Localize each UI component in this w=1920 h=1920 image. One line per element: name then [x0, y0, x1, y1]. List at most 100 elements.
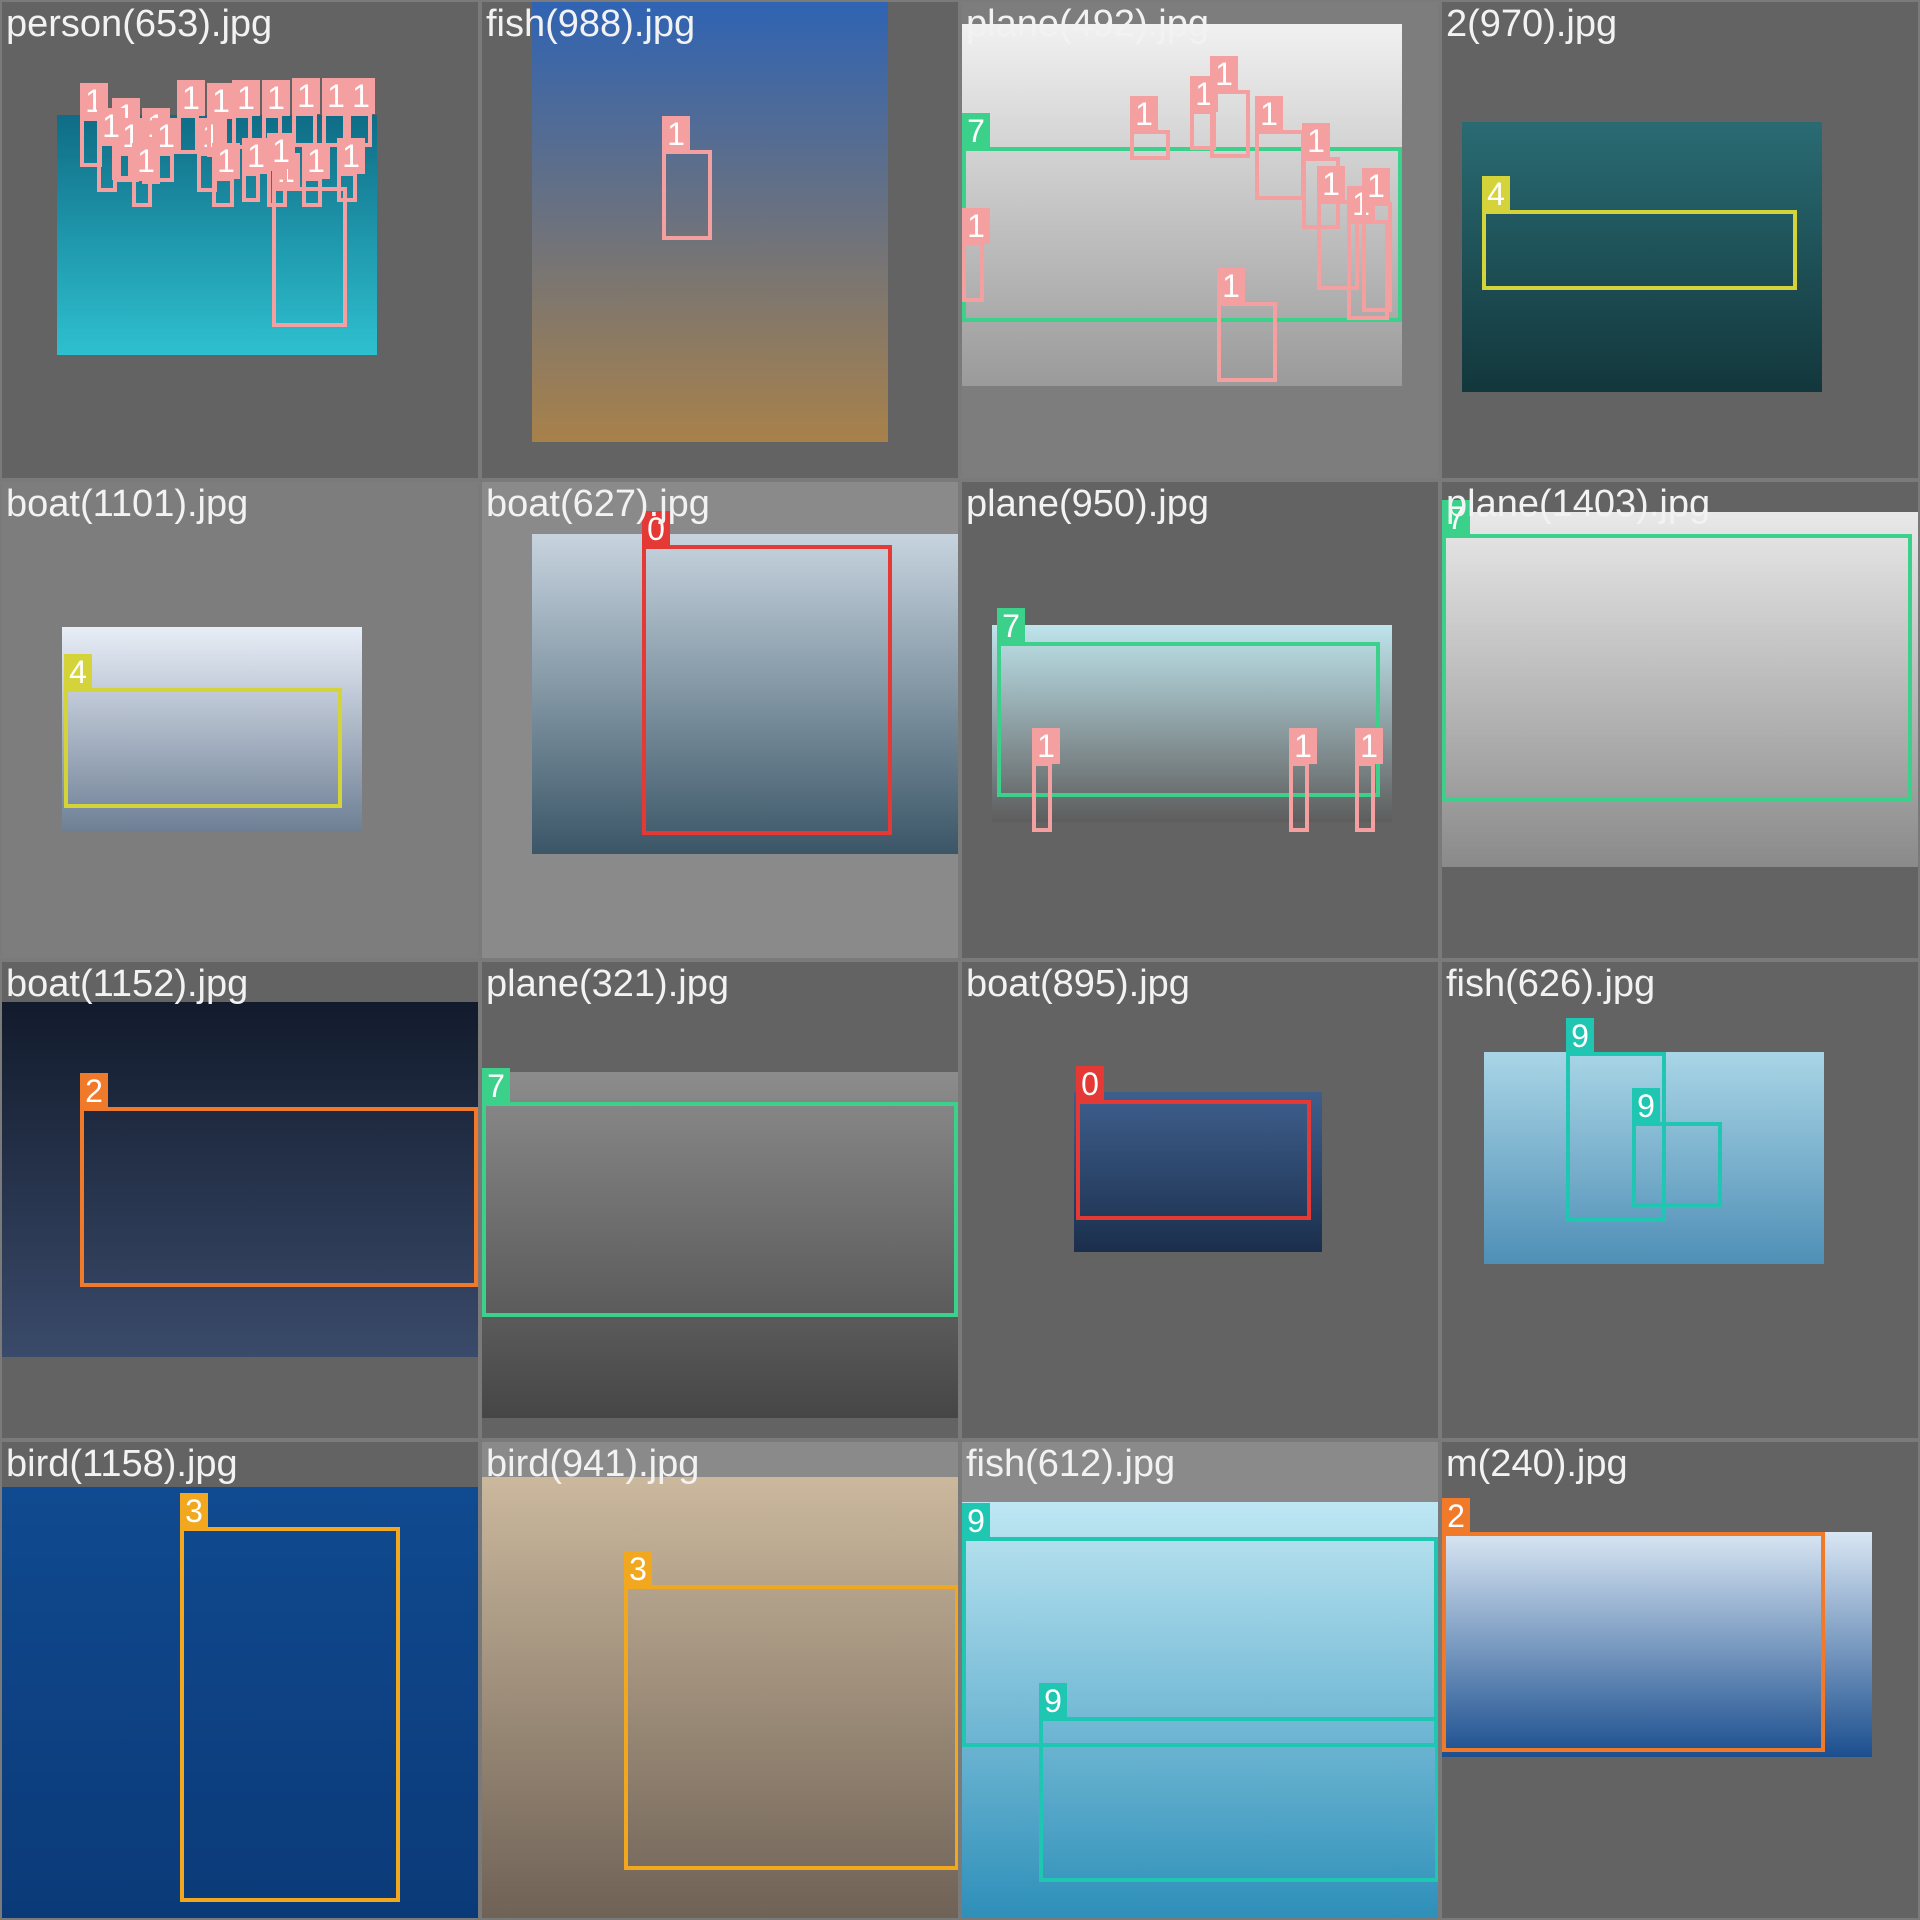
class-label: 4 — [1482, 176, 1510, 212]
class-label: 2 — [1442, 1498, 1470, 1534]
class-label: 3 — [624, 1551, 652, 1587]
class-label: 0 — [1076, 1066, 1104, 1102]
bounding-box: 2 — [80, 1073, 478, 1287]
bounding-box: 7 — [997, 608, 1380, 797]
file-name: fish(988).jpg — [486, 3, 696, 45]
class-label: 1 — [132, 143, 160, 179]
file-name: plane(950).jpg — [966, 483, 1209, 525]
file-name: boat(627).jpg — [486, 483, 710, 525]
class-label: 9 — [1566, 1018, 1594, 1054]
class-label: 7 — [997, 608, 1025, 644]
image-tile: 9 9 fish(626).jpg — [1442, 962, 1918, 1438]
class-label: 1 — [322, 78, 350, 114]
bounding-box: 1 — [337, 138, 365, 202]
bounding-box: 1 — [1362, 168, 1392, 312]
bounding-box: 9 — [1632, 1088, 1722, 1207]
bounding-box: 3 — [624, 1551, 958, 1870]
bounding-box: 1 — [1210, 56, 1250, 158]
bounding-box: 1 — [1355, 728, 1383, 832]
class-label: 1 — [207, 83, 235, 119]
class-label: 1 — [1362, 168, 1390, 204]
bounding-box: 1 — [1130, 96, 1170, 160]
class-label: 2 — [80, 1073, 108, 1109]
class-label: 1 — [262, 80, 290, 116]
class-label: 1 — [1317, 166, 1345, 202]
bounding-box: 9 — [1039, 1683, 1438, 1882]
bounding-box: 1 — [662, 116, 712, 240]
class-label: 1 — [662, 116, 690, 152]
bounding-box: 1 — [242, 138, 270, 202]
bounding-box: 1 — [1217, 268, 1277, 382]
class-label: 1 — [302, 143, 330, 179]
bounding-box: 0 — [642, 511, 892, 835]
bounding-box: 1 — [212, 143, 240, 207]
class-label: 1 — [292, 78, 320, 114]
image-tile: 0 boat(627).jpg — [482, 482, 958, 958]
bounding-box: 1 — [177, 80, 205, 154]
bounding-box: 9 — [962, 1503, 1438, 1747]
file-name: person(653).jpg — [6, 3, 273, 45]
image-tile: 4 2(970).jpg — [1442, 2, 1918, 478]
bounding-box: 1 — [132, 143, 160, 207]
class-label: 3 — [180, 1493, 208, 1529]
image-tile: 7 plane(1403).jpg — [1442, 482, 1918, 958]
class-label: 1 — [212, 143, 240, 179]
class-label: 1 — [347, 78, 375, 114]
class-label: 7 — [482, 1068, 510, 1104]
bounding-box: 1 — [962, 208, 990, 302]
bounding-box: 1 — [302, 143, 330, 207]
bounding-box: 3 — [180, 1493, 400, 1902]
class-label: 1 — [1255, 96, 1283, 132]
image-tile: 7 1 1 1 1 1 1 1 1 1 1 plane(492).jpg — [962, 2, 1438, 478]
class-label: 9 — [962, 1503, 990, 1539]
bounding-box: 1 — [1255, 96, 1305, 200]
bounding-box: 0 — [1076, 1066, 1311, 1220]
class-label: 1 — [177, 80, 205, 116]
bounding-box: 7 — [1442, 500, 1912, 802]
bounding-box: 1 — [1289, 728, 1317, 832]
image-tile: 7 plane(321).jpg — [482, 962, 958, 1438]
bounding-box: 1 — [97, 108, 125, 192]
image-tile: 0 boat(895).jpg — [962, 962, 1438, 1438]
class-label: 1 — [1210, 56, 1238, 92]
class-label: 1 — [962, 208, 990, 244]
bounding-box: 7 — [482, 1068, 958, 1317]
file-name: plane(1403).jpg — [1446, 483, 1711, 525]
class-label: 7 — [962, 113, 990, 149]
file-name: plane(321).jpg — [486, 963, 729, 1005]
file-name: m(240).jpg — [1446, 1443, 1628, 1485]
file-name: bird(941).jpg — [486, 1443, 700, 1485]
class-label: 4 — [64, 654, 92, 690]
image-tile: 9 9 fish(612).jpg — [962, 1442, 1438, 1918]
class-label: 1 — [267, 133, 295, 169]
bounding-box: 1 — [272, 153, 347, 327]
detection-grid: 111111111111111111111person(653).jpg1fis… — [0, 0, 1920, 1920]
class-label: 1 — [1130, 96, 1158, 132]
file-name: fish(626).jpg — [1446, 963, 1656, 1005]
file-name: bird(1158).jpg — [6, 1443, 238, 1485]
image-tile: 2 boat(1152).jpg — [2, 962, 478, 1438]
image-tile: 1 fish(988).jpg — [482, 2, 958, 478]
image-tile: 4 boat(1101).jpg — [2, 482, 478, 958]
class-label: 1 — [1032, 728, 1060, 764]
bounding-box: 4 — [64, 654, 342, 808]
class-label: 1 — [242, 138, 270, 174]
image-tile: 111111111111111111111person(653).jpg — [2, 2, 478, 478]
file-name: boat(895).jpg — [966, 963, 1190, 1005]
image-tile: 3 bird(1158).jpg — [2, 1442, 478, 1918]
class-label: 1 — [1217, 268, 1245, 304]
image-tile: 7 1 1 1 plane(950).jpg — [962, 482, 1438, 958]
image-tile: 3 bird(941).jpg — [482, 1442, 958, 1918]
bounding-box: 2 — [1442, 1498, 1825, 1752]
bounding-box: 1 — [292, 78, 320, 147]
class-label: 1 — [232, 80, 260, 116]
class-label: 9 — [1632, 1088, 1660, 1124]
bounding-box: 1 — [1032, 728, 1060, 832]
file-name: fish(612).jpg — [966, 1443, 1176, 1485]
class-label: 9 — [1039, 1683, 1067, 1719]
class-label: 1 — [1355, 728, 1383, 764]
bounding-box: 1 — [267, 133, 295, 207]
class-label: 1 — [97, 108, 125, 144]
file-name: boat(1101).jpg — [6, 483, 249, 525]
file-name: plane(492).jpg — [966, 3, 1209, 45]
